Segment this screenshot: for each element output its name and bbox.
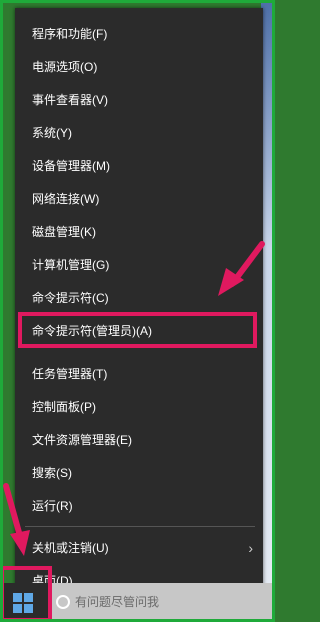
annotation-arrow-icon: [3, 483, 30, 556]
